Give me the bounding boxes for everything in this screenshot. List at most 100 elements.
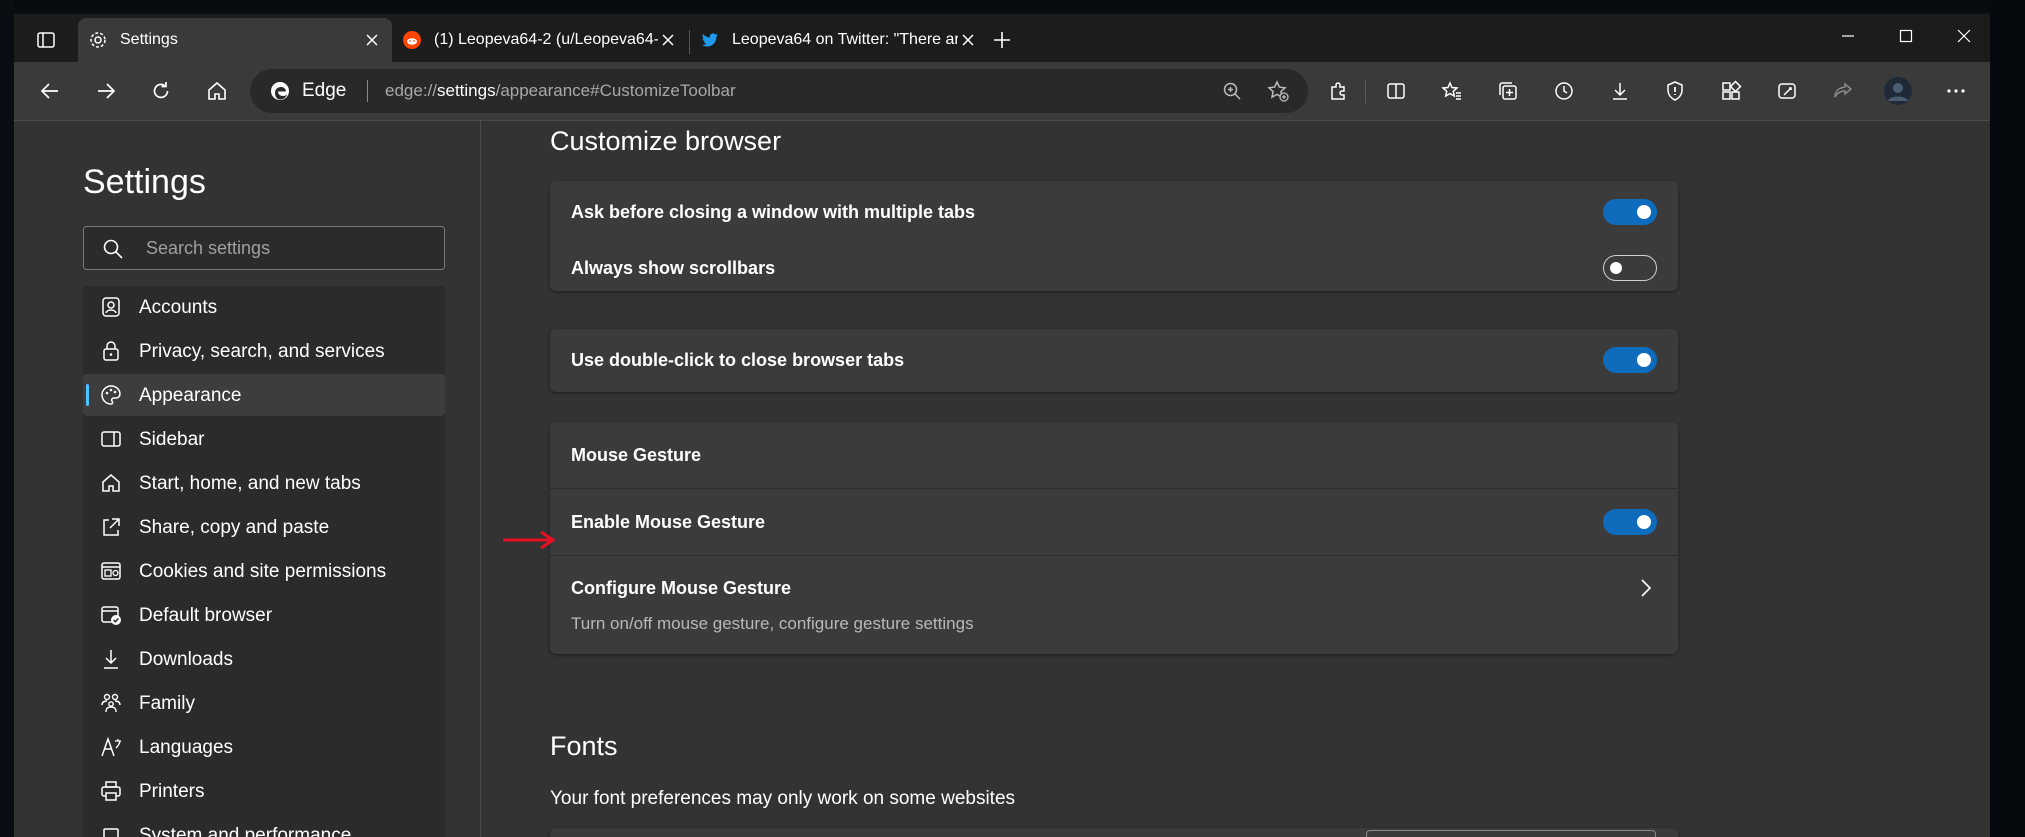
share-button[interactable] (1825, 73, 1861, 109)
enable-mouse-gesture-label: Enable Mouse Gesture (571, 512, 766, 532)
setting-label: Use double-click to close browser tabs (571, 350, 905, 370)
split-screen-button[interactable] (1378, 73, 1414, 109)
configure-mouse-gesture-row[interactable]: Configure Mouse Gesture Turn on/off mous… (550, 556, 1678, 654)
settings-and-more-button[interactable] (1938, 73, 1974, 109)
address-divider (367, 80, 368, 102)
close-tab-button[interactable] (362, 30, 382, 50)
always-show-scrollbars-toggle[interactable] (1603, 255, 1657, 281)
settings-nav-list: Accounts Privacy, search, and services A… (83, 286, 445, 837)
sidebar-icon (101, 431, 121, 447)
font-size-dropdown[interactable] (1366, 830, 1656, 837)
sidebar-item-privacy[interactable]: Privacy, search, and services (83, 330, 445, 372)
search-input[interactable]: Search settings (83, 226, 445, 270)
mouse-gesture-title: Mouse Gesture (571, 445, 702, 465)
profile-button[interactable] (1880, 73, 1916, 109)
download-icon (104, 650, 118, 669)
tab-strip: Settings (1) Leopeva64-2 (u/Leopeva64-2)… (14, 14, 1990, 62)
sidebar-item-system-performance[interactable]: System and performance (83, 814, 445, 837)
enable-mouse-gesture-toggle[interactable] (1603, 509, 1657, 535)
tab-reddit[interactable]: (1) Leopeva64-2 (u/Leopeva64-2) - Reddit (392, 18, 688, 62)
new-tab-button[interactable] (984, 22, 1020, 58)
address-bar[interactable]: Edge edge://settings/appearance#Customiz… (250, 69, 1308, 113)
close-icon (962, 34, 974, 46)
shield-icon (1667, 81, 1683, 101)
close-icon (662, 34, 674, 46)
refresh-icon (153, 82, 169, 99)
split-screen-icon (1387, 83, 1405, 99)
tab-twitter-label: Leopeva64 on Twitter: "There are t (732, 31, 958, 48)
add-favorite-button[interactable] (1260, 73, 1296, 109)
zoom-button[interactable] (1214, 73, 1250, 109)
tab-actions-button[interactable] (28, 22, 64, 58)
minimize-icon (1842, 35, 1854, 37)
sidebar-item-label: Start, home, and new tabs (139, 473, 361, 494)
tab-reddit-label: (1) Leopeva64-2 (u/Leopeva64-2) - Reddit (434, 31, 658, 48)
desktop-background-right (1990, 0, 2025, 837)
sidebar-item-family[interactable]: Family (83, 682, 445, 724)
close-icon (1957, 29, 1971, 43)
fonts-card (550, 828, 1678, 837)
sidebar-item-label: Downloads (139, 649, 233, 670)
extensions-button[interactable] (1321, 73, 1357, 109)
history-icon (1555, 82, 1573, 100)
sidebar-item-label: System and performance (139, 825, 352, 837)
web-capture-button[interactable] (1769, 73, 1805, 109)
tab-twitter[interactable]: Leopeva64 on Twitter: "There are t (690, 18, 988, 62)
sidebar-item-label: Cookies and site permissions (139, 561, 387, 582)
close-tab-button[interactable] (658, 30, 678, 50)
settings-sidebar: Settings Search settings Accounts Privac… (14, 121, 481, 837)
history-button[interactable] (1546, 73, 1582, 109)
sidebar-item-share-copy-paste[interactable]: Share, copy and paste (83, 506, 445, 548)
navigation-toolbar: Edge edge://settings/appearance#Customiz… (14, 62, 1990, 121)
collections-button[interactable] (1490, 73, 1526, 109)
sidebar-item-default-browser[interactable]: Default browser (83, 594, 445, 636)
favorites-button[interactable] (1434, 73, 1470, 109)
search-icon (103, 239, 123, 259)
desktop-background (0, 0, 2025, 12)
minimize-button[interactable] (1830, 18, 1866, 54)
annotation-arrow-icon (503, 530, 556, 550)
home-button[interactable] (199, 73, 235, 109)
url-path: /appearance#CustomizeToolbar (495, 81, 736, 100)
section-title-fonts: Fonts (550, 731, 618, 761)
sidebar-item-printers[interactable]: Printers (83, 770, 445, 812)
setting-label: Always show scrollbars (571, 258, 776, 278)
puzzle-icon (1331, 82, 1345, 100)
sidebar-item-downloads[interactable]: Downloads (83, 638, 445, 680)
close-icon (366, 34, 378, 46)
url-text[interactable]: edge://settings/appearance#CustomizeTool… (385, 81, 736, 101)
ask-before-closing-toggle[interactable] (1603, 199, 1657, 225)
gear-icon (90, 32, 106, 48)
account-icon (102, 297, 120, 317)
maximize-button[interactable] (1888, 18, 1924, 54)
desktop-background-left (0, 0, 14, 837)
arrow-right-icon (98, 83, 116, 99)
forward-button[interactable] (88, 73, 124, 109)
sidebar-item-cookies[interactable]: Cookies and site permissions (83, 550, 445, 592)
search-placeholder: Search settings (146, 238, 271, 258)
edge-logo-icon (271, 82, 289, 100)
cookies-icon (101, 562, 121, 580)
zoom-icon (1223, 82, 1241, 100)
apps-button[interactable] (1713, 73, 1749, 109)
downloads-button[interactable] (1602, 73, 1638, 109)
back-button[interactable] (32, 73, 68, 109)
site-identity-label[interactable]: Edge (302, 80, 346, 102)
tab-settings[interactable]: Settings (78, 18, 392, 62)
section-title-customize-browser: Customize browser (550, 126, 782, 156)
sidebar-item-start-home[interactable]: Start, home, and new tabs (83, 462, 445, 504)
toggle-knob (1637, 205, 1651, 219)
sidebar-item-label: Default browser (139, 605, 273, 626)
sidebar-item-label: Languages (139, 737, 234, 758)
close-tab-button[interactable] (958, 30, 978, 50)
sidebar-item-appearance[interactable]: Appearance (83, 374, 445, 416)
maximize-icon (1899, 29, 1913, 43)
refresh-button[interactable] (143, 73, 179, 109)
sidebar-item-languages[interactable]: Languages (83, 726, 445, 768)
browser-essentials-button[interactable] (1657, 73, 1693, 109)
sidebar-item-accounts[interactable]: Accounts (83, 286, 445, 328)
close-window-button[interactable] (1946, 18, 1982, 54)
double-click-close-tabs-toggle[interactable] (1603, 347, 1657, 373)
sidebar-item-label: Accounts (139, 297, 218, 318)
sidebar-item-sidebar[interactable]: Sidebar (83, 418, 445, 460)
